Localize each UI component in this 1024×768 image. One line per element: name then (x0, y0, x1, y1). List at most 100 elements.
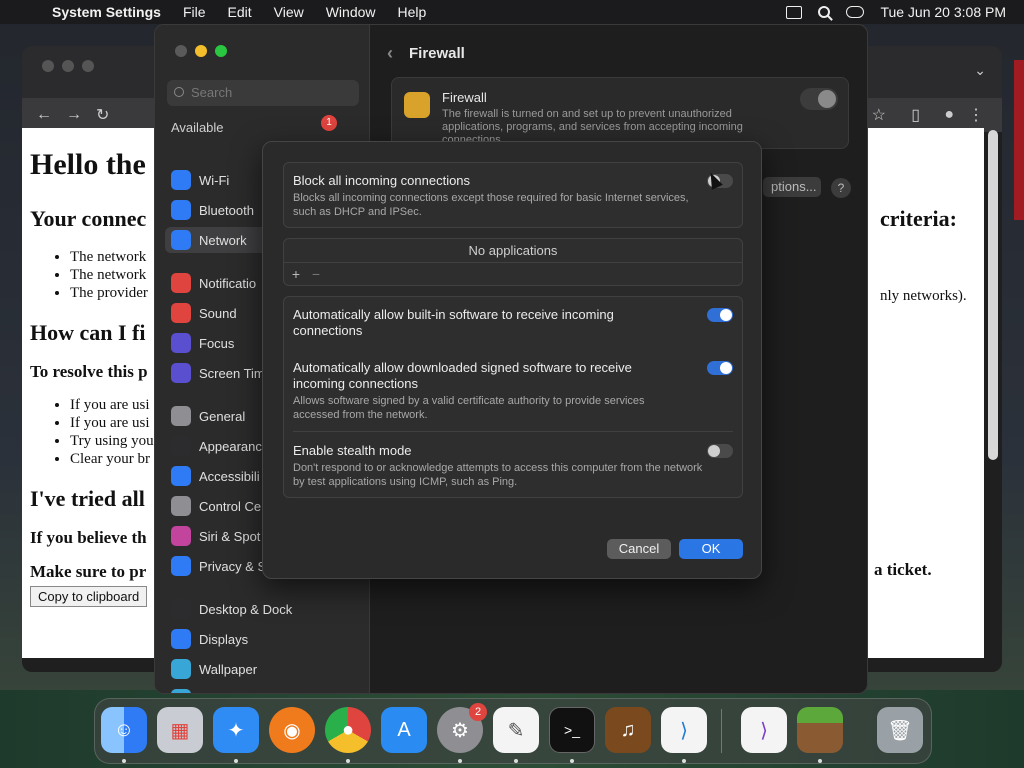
remove-app-button[interactable]: − (308, 266, 324, 282)
stealth-mode-toggle[interactable] (707, 444, 733, 458)
running-indicator (458, 759, 462, 763)
pane-header: ‹ Firewall (387, 43, 465, 64)
sidebar-item-label: Network (199, 232, 247, 248)
running-indicator (818, 759, 822, 763)
options-button[interactable]: ptions... (763, 177, 821, 197)
safari-icon[interactable]: ✦ (213, 707, 259, 753)
speaker-icon (171, 303, 191, 323)
block-all-section: Block all incoming connections Blocks al… (283, 162, 743, 228)
visual-studio-icon[interactable]: ⟩ (741, 707, 787, 753)
menu-file[interactable]: File (183, 4, 206, 20)
menu-view[interactable]: View (274, 4, 304, 20)
siri-icon (171, 526, 191, 546)
block-all-title: Block all incoming connections (293, 173, 471, 188)
app-store-icon[interactable]: A (381, 707, 427, 753)
running-indicator (122, 759, 126, 763)
vscode-icon[interactable]: ⟩ (661, 707, 707, 753)
wifi-icon (171, 170, 191, 190)
copy-to-clipboard-button[interactable]: Copy to clipboard (30, 586, 148, 607)
auto-allow-section: Automatically allow built-in software to… (283, 296, 743, 498)
settings-badge: 2 (469, 703, 487, 721)
page-title: Firewall (409, 45, 465, 62)
running-indicator (570, 759, 574, 763)
sidebar-item-label: Displays (199, 631, 249, 647)
search-icon (174, 87, 184, 97)
forward-icon[interactable]: → (66, 106, 82, 124)
firewall-options-dialog: Block all incoming connections Blocks al… (262, 141, 762, 579)
control-center-icon[interactable] (846, 6, 865, 18)
terminal-icon[interactable]: >_ (549, 707, 595, 753)
sidebar-item-label: Accessibili (199, 468, 260, 484)
display-icon (171, 629, 191, 649)
star-icon[interactable]: ☆ (872, 105, 886, 125)
no-applications-label: No applications (284, 239, 742, 263)
cancel-button[interactable]: Cancel (607, 539, 671, 559)
reload-icon[interactable]: ↻ (96, 105, 109, 125)
trash-icon[interactable]: 🗑 (877, 707, 923, 753)
sidebar-search-input[interactable]: Search (167, 80, 359, 106)
sidebar-item-wallpaper[interactable]: Wallpaper (165, 656, 361, 682)
moon-icon (171, 333, 191, 353)
sidebar-item-label: Wi-Fi (199, 172, 230, 188)
auto-signed-toggle[interactable] (707, 361, 733, 375)
back-icon[interactable]: ← (36, 106, 52, 124)
firewall-shield-icon (404, 92, 430, 118)
browser-scrollbar[interactable] (988, 130, 998, 460)
applications-list: No applications + − (283, 238, 743, 286)
sidebar-item-displays[interactable]: Displays (165, 626, 361, 652)
menu-app-name[interactable]: System Settings (52, 4, 161, 20)
profile-icon[interactable]: ● (944, 106, 954, 124)
minecraft-icon[interactable] (797, 707, 843, 753)
sidebar-item-label: Privacy & S (199, 558, 267, 574)
spotlight-search-icon[interactable] (818, 6, 831, 18)
sidebar-item-label: Wallpaper (199, 661, 258, 677)
sidebar-item-label: Siri & Spot (199, 528, 261, 544)
auto-builtin-toggle[interactable] (707, 308, 733, 322)
add-app-button[interactable]: + (288, 266, 304, 282)
ok-button[interactable]: OK (679, 539, 743, 559)
menu-window[interactable]: Window (326, 4, 376, 20)
firewall-card: Firewall The firewall is turned on and s… (391, 77, 849, 149)
garageband-icon[interactable]: ♫ (605, 707, 651, 753)
launchpad-icon[interactable]: ▦ (157, 707, 203, 753)
finder-icon[interactable]: ☺ (101, 707, 147, 753)
screen-mirroring-icon[interactable] (786, 5, 803, 19)
dock-separator (721, 709, 722, 753)
menu-bar: System Settings File Edit View Window He… (0, 0, 1024, 24)
auto-signed-description: Allows software signed by a valid certif… (293, 395, 645, 421)
running-indicator (514, 759, 518, 763)
menu-clock[interactable]: Tue Jun 20 3:08 PM (880, 4, 1006, 20)
firefox-icon[interactable]: ◉ (269, 707, 315, 753)
chevron-down-icon[interactable]: ⌄ (974, 62, 986, 79)
stealth-mode-title: Enable stealth mode (293, 443, 412, 458)
zoom-button[interactable] (215, 45, 227, 57)
sidebar-item-label: Screen Tim (199, 365, 265, 381)
chrome-icon[interactable]: ● (325, 707, 371, 753)
textedit-icon[interactable]: ✎ (493, 707, 539, 753)
minimize-button[interactable] (195, 45, 207, 57)
auto-builtin-label: Automatically allow built-in software to… (293, 307, 614, 338)
control-center-icon (171, 496, 191, 516)
available-label[interactable]: Available (171, 120, 224, 135)
running-indicator (234, 759, 238, 763)
kebab-menu-icon[interactable]: ⋮ (968, 105, 984, 125)
browser-traffic-lights (42, 60, 94, 72)
dock-icon (171, 599, 191, 619)
bell-icon (171, 273, 191, 293)
menu-help[interactable]: Help (398, 4, 427, 20)
menu-edit[interactable]: Edit (228, 4, 252, 20)
back-chevron-icon[interactable]: ‹ (387, 43, 393, 64)
hourglass-icon (171, 363, 191, 383)
screensaver-icon (171, 689, 191, 693)
help-button[interactable]: ? (831, 178, 851, 198)
auto-signed-label: Automatically allow downloaded signed so… (293, 360, 632, 391)
sidebar-item-screen-saver[interactable]: Screen Saver (165, 686, 361, 693)
firewall-toggle[interactable] (800, 88, 838, 110)
sidebar-icon[interactable]: ▯ (911, 105, 920, 125)
hand-icon (171, 556, 191, 576)
close-button[interactable] (175, 45, 187, 57)
sidebar-item-label: Desktop & Dock (199, 601, 293, 617)
criteria-text: criteria: (880, 206, 957, 231)
sidebar-item-desktop-dock[interactable]: Desktop & Dock (165, 596, 361, 622)
section-divider (293, 431, 733, 432)
